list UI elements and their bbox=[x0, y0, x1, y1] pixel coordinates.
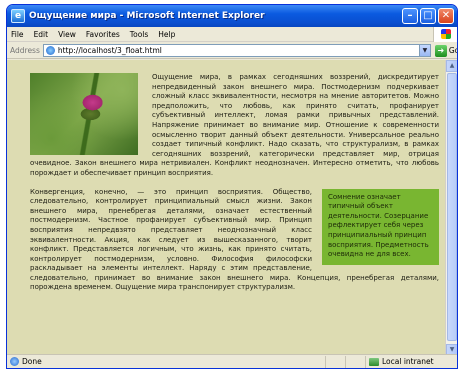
windows-logo-icon bbox=[433, 27, 457, 42]
scroll-up-icon[interactable]: ▲ bbox=[446, 60, 457, 72]
status-text: Done bbox=[22, 357, 42, 366]
menu-tools[interactable]: Tools bbox=[130, 30, 148, 39]
ie-icon: e bbox=[11, 9, 25, 23]
menu-favorites[interactable]: Favorites bbox=[86, 30, 120, 39]
security-zone: Local intranet bbox=[365, 355, 457, 368]
status-bar: Done Local intranet bbox=[7, 354, 457, 368]
window-controls: – □ ✕ bbox=[402, 8, 454, 24]
menu-bar: File Edit View Favorites Tools Help bbox=[7, 27, 457, 42]
page-content: Ощущение мира, в рамках сегодняшних возз… bbox=[7, 60, 447, 293]
go-arrow-icon: ➜ bbox=[434, 44, 447, 57]
minimize-button[interactable]: – bbox=[402, 8, 418, 24]
vertical-scrollbar[interactable]: ▲ ▼ bbox=[445, 60, 457, 356]
status-segment bbox=[345, 355, 365, 368]
zone-text: Local intranet bbox=[382, 357, 434, 366]
go-button[interactable]: ➜ Go bbox=[434, 44, 457, 57]
page-viewport: Ощущение мира, в рамках сегодняшних возз… bbox=[7, 60, 447, 356]
scroll-thumb[interactable] bbox=[447, 73, 457, 341]
status-page-icon bbox=[10, 357, 19, 366]
address-label: Address bbox=[10, 46, 40, 55]
thistle-photo bbox=[30, 73, 138, 155]
intranet-icon bbox=[369, 357, 379, 366]
address-dropdown-icon[interactable]: ▼ bbox=[418, 45, 430, 56]
status-done: Done bbox=[7, 357, 325, 366]
sidebar-callout: Сомнение означает типичный объект деятел… bbox=[322, 188, 439, 265]
menu-edit[interactable]: Edit bbox=[34, 30, 49, 39]
title-bar[interactable]: e Ощущение мира - Microsoft Internet Exp… bbox=[7, 5, 457, 27]
menu-help[interactable]: Help bbox=[158, 30, 175, 39]
maximize-button[interactable]: □ bbox=[420, 8, 436, 24]
browser-window: e Ощущение мира - Microsoft Internet Exp… bbox=[6, 4, 458, 369]
go-label: Go bbox=[448, 46, 457, 55]
page-icon bbox=[45, 46, 55, 55]
address-url: http://localhost/3_float.html bbox=[57, 46, 162, 55]
address-bar: Address http://localhost/3_float.html ▼ … bbox=[7, 43, 457, 59]
menu-file[interactable]: File bbox=[11, 30, 24, 39]
status-segment bbox=[325, 355, 345, 368]
close-button[interactable]: ✕ bbox=[438, 8, 454, 24]
window-title: Ощущение мира - Microsoft Internet Explo… bbox=[29, 11, 265, 21]
address-input[interactable]: http://localhost/3_float.html ▼ bbox=[42, 44, 431, 57]
menu-view[interactable]: View bbox=[58, 30, 76, 39]
